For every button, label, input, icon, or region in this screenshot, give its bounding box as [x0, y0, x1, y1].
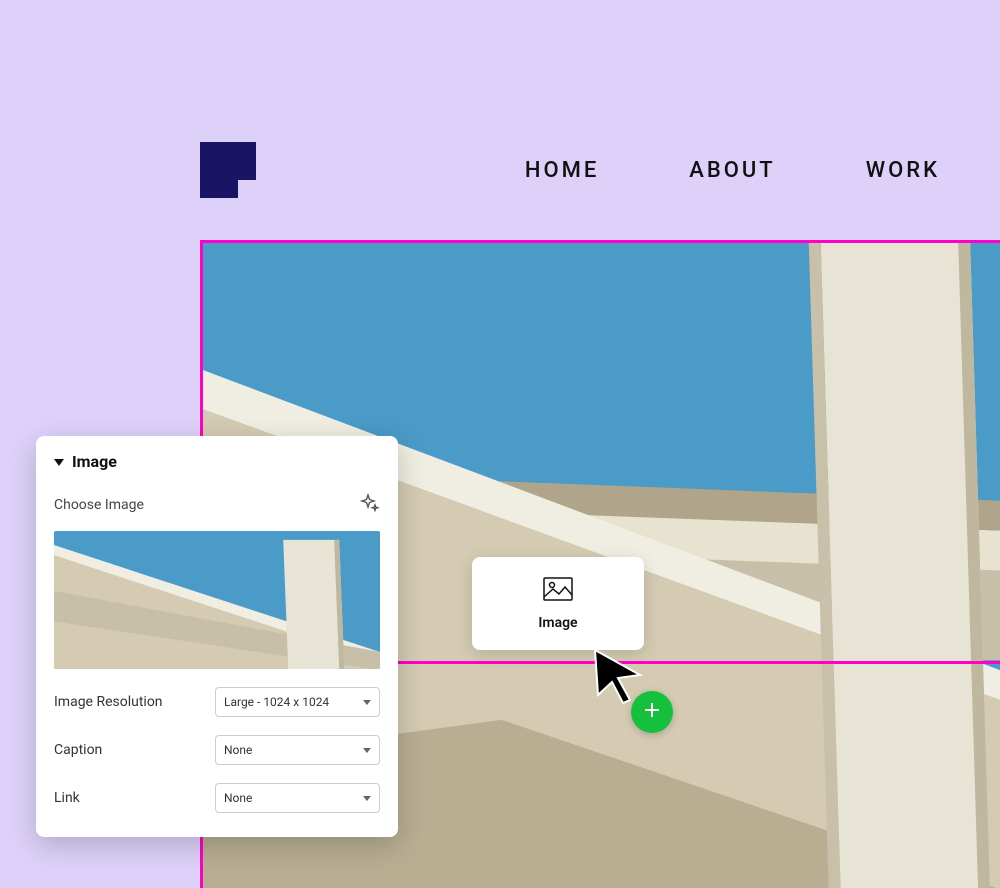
ai-sparkle-icon[interactable]: [360, 493, 380, 517]
nav-work[interactable]: WORK: [866, 158, 940, 183]
image-tooltip-label: Image: [538, 615, 577, 631]
resolution-value: Large - 1024 x 1024: [224, 695, 329, 709]
image-icon: [543, 577, 573, 605]
add-block-button[interactable]: [631, 691, 673, 733]
image-thumbnail[interactable]: [54, 531, 380, 669]
choose-image-row: Choose Image: [54, 493, 380, 517]
main-nav: HOME ABOUT WORK: [525, 158, 960, 183]
choose-image-label: Choose Image: [54, 497, 144, 513]
caption-select[interactable]: None: [215, 735, 380, 765]
image-block-tooltip[interactable]: Image: [472, 557, 644, 650]
caption-label: Caption: [54, 742, 102, 758]
chevron-down-icon: [363, 695, 371, 709]
nav-home[interactable]: HOME: [525, 158, 599, 183]
link-label: Link: [54, 790, 80, 806]
link-select[interactable]: None: [215, 783, 380, 813]
collapse-caret-icon: [54, 452, 64, 471]
site-header: HOME ABOUT WORK: [200, 140, 960, 200]
resolution-row: Image Resolution Large - 1024 x 1024: [54, 687, 380, 717]
logo-icon: [200, 142, 256, 198]
panel-header[interactable]: Image: [54, 452, 380, 471]
caption-row: Caption None: [54, 735, 380, 765]
resolution-select[interactable]: Large - 1024 x 1024: [215, 687, 380, 717]
link-row: Link None: [54, 783, 380, 813]
image-settings-panel: Image Choose Image Image Resolution Larg…: [36, 436, 398, 837]
resolution-label: Image Resolution: [54, 694, 163, 710]
panel-title: Image: [72, 452, 117, 471]
caption-value: None: [224, 743, 252, 757]
link-value: None: [224, 791, 252, 805]
chevron-down-icon: [363, 791, 371, 805]
chevron-down-icon: [363, 743, 371, 757]
nav-about[interactable]: ABOUT: [689, 158, 775, 183]
plus-icon: [643, 701, 661, 723]
